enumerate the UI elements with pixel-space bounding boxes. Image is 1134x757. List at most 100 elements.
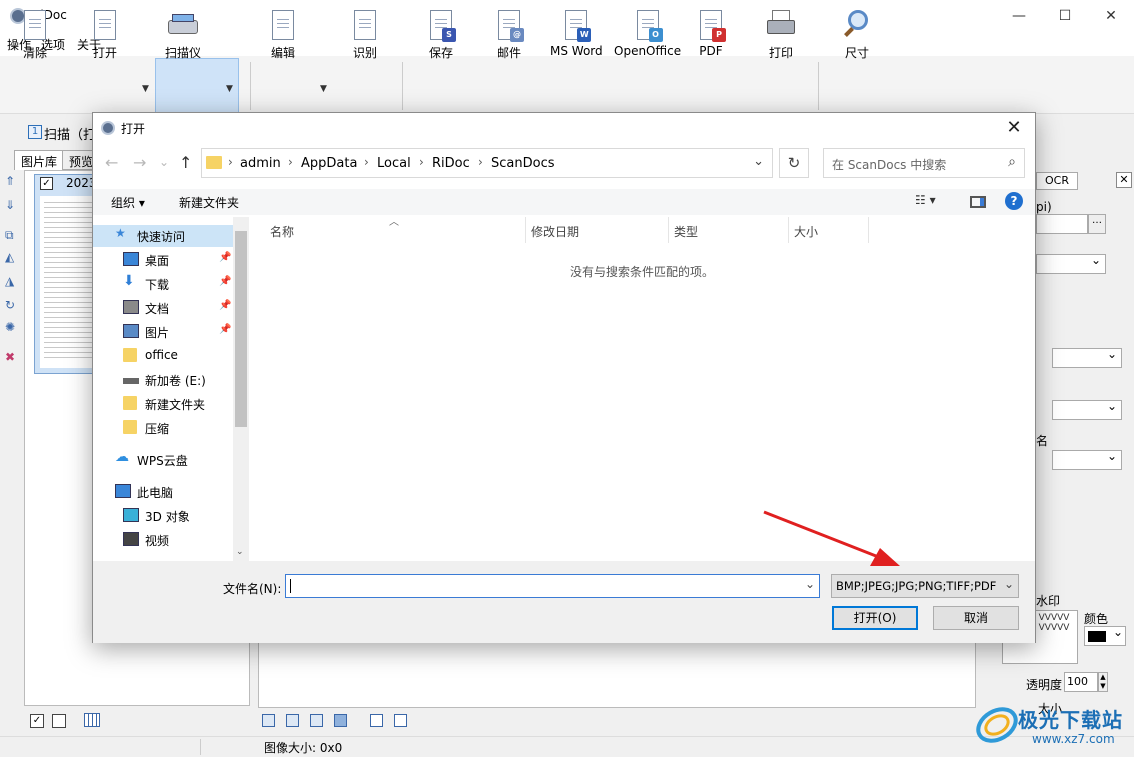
panel-select-4[interactable] [1052,449,1122,470]
nav-scrollbar-thumb[interactable] [235,231,247,427]
breadcrumb-ridoc[interactable]: RiDoc [432,156,470,171]
copy-icon[interactable]: ⧉ [5,228,19,242]
toolbar-dropdown-icon[interactable]: ▼ [226,84,233,94]
organize-button[interactable]: 组织 ▾ [111,194,145,211]
toolbar-mail-button[interactable]: @ 邮件 [488,8,530,61]
mirror-icon[interactable]: ◮ [5,274,19,288]
move-up-icon[interactable]: ⇑ [5,174,19,188]
color-select[interactable]: ⌄ [1084,625,1126,646]
nav-item-5[interactable]: 图片 📌 [93,321,233,343]
minimize-button[interactable]: — [996,0,1042,32]
toolbar-edit-button[interactable]: 编辑 [262,8,304,61]
breadcrumb-admin[interactable]: admin [240,156,281,171]
dpi-input[interactable] [1036,214,1088,234]
toolbar-word-button[interactable]: W MS Word [550,8,603,58]
toolbar-open-button[interactable]: 打开 [84,8,126,61]
back-button[interactable]: ← [105,153,118,172]
nav-item-2[interactable]: 桌面 📌 [93,249,233,271]
select-all-checkbox[interactable]: ✓ [30,714,44,728]
cancel-button[interactable]: 取消 [933,606,1019,630]
forward-button[interactable]: → [133,153,146,172]
column-modified[interactable]: 修改日期 [531,223,579,240]
thumbnail-checkbox[interactable]: ✓ [40,177,53,190]
nav-item-3[interactable]: ⬇ 下载 📌 [93,273,233,295]
nav-item-10[interactable]: ☁ WPS云盘 [93,449,233,471]
toolbar-pdf-button[interactable]: P PDF [690,8,732,58]
fit-page-icon[interactable] [370,714,383,727]
search-icon[interactable]: ⌕ [1008,154,1016,170]
toolbar-recognize-button[interactable]: 识别 [344,8,386,61]
word-icon: W [561,8,592,42]
refresh-button[interactable]: ↻ [779,148,809,178]
column-name[interactable]: 名称 [270,223,294,240]
recent-locations-button[interactable]: ⌄ [159,155,169,169]
search-box[interactable]: 在 ScanDocs 中搜索 ⌕ [823,148,1025,178]
breadcrumb-appdata[interactable]: AppData [301,156,357,171]
nav-item-9[interactable]: 压缩 [93,417,233,439]
toolbar-openoffice-button[interactable]: O OpenOffice [614,8,681,58]
rotate-icon[interactable]: ↻ [5,298,19,312]
open-button[interactable]: 打开(O) [832,606,918,630]
toolbar-dropdown-icon[interactable]: ▼ [142,84,149,94]
nav-item-11[interactable]: 此电脑 [93,481,233,503]
layout-right-icon[interactable] [310,714,323,727]
toolbar-print-button[interactable]: 打印 [760,8,802,61]
navigation-pane: ★ 快速访问 桌面 📌 ⬇ 下载 📌 文档 📌 图片 📌 office 新加卷 (E:) 新建文件夹 压缩 ☁… [93,217,249,561]
zoom-icon [842,8,872,42]
scroll-down-icon[interactable]: ⌄ [236,547,244,557]
file-type-filter[interactable]: BMP;JPEG;JPG;PNG;TIFF;PDF ⌄ [831,574,1019,598]
watermark-logo-icon [976,707,1018,743]
toolbar-save-button[interactable]: S 保存 [420,8,462,61]
flip-icon[interactable]: ◭ [5,250,19,264]
toolbar-dropdown-icon[interactable]: ▼ [320,84,327,94]
close-button[interactable]: ✕ [1088,0,1134,32]
browse-button[interactable]: … [1088,214,1106,234]
tab-ocr[interactable]: OCR [1036,172,1078,190]
settings-icon[interactable]: ✺ [5,320,19,334]
column-size[interactable]: 大小 [794,223,818,240]
nav-item-13[interactable]: 视频 [93,529,233,551]
nav-item-12[interactable]: 3D 对象 [93,505,233,527]
filename-dropdown-icon[interactable]: ⌄ [805,577,815,591]
nav-item-8[interactable]: 新建文件夹 [93,393,233,415]
delete-icon[interactable]: ✖ [5,350,19,364]
nav-scrollbar[interactable]: ⌄ [233,217,249,561]
deselect-checkbox[interactable] [52,714,66,728]
move-down-icon[interactable]: ⇓ [5,198,19,212]
nav-item-1[interactable]: ★ 快速访问 [93,225,233,247]
breadcrumb-scandocs[interactable]: ScanDocs [491,156,555,171]
fit-width-icon[interactable] [394,714,407,727]
maximize-button[interactable]: ☐ [1042,0,1088,32]
preview-pane-icon[interactable] [970,196,986,208]
nav-item-4[interactable]: 文档 📌 [93,297,233,319]
column-type[interactable]: 类型 [674,223,698,240]
opacity-stepper[interactable]: ▲ ▼ [1098,672,1108,692]
opacity-input[interactable]: 100 [1064,672,1098,692]
address-bar[interactable]: › admin › AppData › Local › RiDoc › Scan… [201,148,773,178]
new-folder-button[interactable]: 新建文件夹 [179,194,239,211]
panel-select-3[interactable] [1052,399,1122,420]
folder-icon [123,348,137,362]
filename-input[interactable]: ⌄ [285,574,820,598]
help-icon[interactable]: ? [1005,192,1023,210]
toolbar-zoom-button[interactable]: 尺寸 [836,8,878,61]
breadcrumb-local[interactable]: Local [377,156,411,171]
tab-gallery[interactable]: 图片库 [14,150,65,170]
address-dropdown-icon[interactable]: ⌄ [753,154,764,169]
nav-item-6[interactable]: office [93,345,233,367]
layout-single-icon[interactable] [262,714,275,727]
filter-dropdown-icon[interactable]: ⌄ [1004,577,1014,591]
up-button[interactable]: ↑ [179,153,192,172]
toolbar-scanner-button[interactable]: 扫描仪 [162,8,204,61]
panel-close-icon[interactable]: ✕ [1116,172,1132,188]
grid-view-icon[interactable] [84,713,100,727]
view-options-button[interactable]: ☷ ▾ [915,193,936,207]
panel-select-2[interactable] [1052,347,1122,368]
panel-select-1[interactable] [1036,253,1106,274]
edit-icon [268,8,298,42]
toolbar-clear-button[interactable]: 清除 [14,8,56,61]
layout-left-icon[interactable] [286,714,299,727]
dialog-close-button[interactable]: ✕ [1001,115,1027,141]
layout-full-icon[interactable] [334,714,347,727]
nav-item-7[interactable]: 新加卷 (E:) [93,369,233,391]
